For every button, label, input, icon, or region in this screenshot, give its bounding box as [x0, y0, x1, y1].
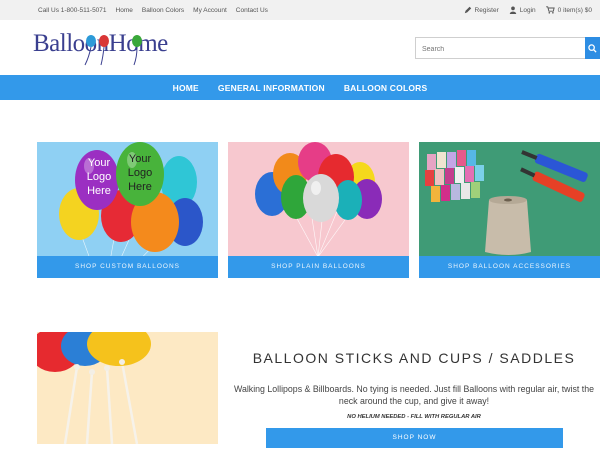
search-icon	[588, 43, 597, 53]
top-utility-bar: Call Us 1-800-511-5071 Home Balloon Colo…	[0, 0, 600, 20]
register-link[interactable]: Register	[464, 6, 499, 14]
call-us-text: Call Us 1-800-511-5071	[38, 7, 107, 14]
logo-placeholder-text-2: Your Logo Here	[122, 152, 158, 194]
shop-plain-balloons-label: SHOP PLAIN BALLOONS	[271, 263, 366, 270]
balloon-sticks-image	[37, 332, 218, 444]
register-label: Register	[474, 6, 499, 14]
utility-link-home[interactable]: Home	[116, 7, 133, 14]
search-button[interactable]	[585, 37, 600, 59]
shop-now-button[interactable]: SHOP NOW	[266, 428, 563, 448]
logo-line-here: Here	[87, 185, 111, 197]
nav-item-balloon-colors[interactable]: BALLOON COLORS	[344, 83, 428, 93]
logo-line-logo: Logo	[127, 167, 153, 179]
login-label: Login	[519, 6, 536, 14]
utility-link-contact-us[interactable]: Contact Us	[236, 7, 268, 14]
cart-icon	[545, 6, 555, 14]
tile-custom-balloons[interactable]: Your Logo Here Your Logo Here SHOP CUSTO…	[37, 142, 218, 278]
tile-balloon-accessories[interactable]: SHOP BALLOON ACCESSORIES	[419, 142, 600, 278]
login-link[interactable]: Login	[509, 6, 536, 14]
balloon-sticks-illustration	[37, 332, 218, 444]
nav-item-general-information[interactable]: GENERAL INFORMATION	[218, 83, 325, 93]
feature-note: NO HELIUM NEEDED - FILL WITH REGULAR AIR	[347, 414, 481, 420]
utility-links: Call Us 1-800-511-5071 Home Balloon Colo…	[38, 7, 268, 14]
logo-line-your: Your	[87, 157, 111, 169]
cart-label: 0 item(s) $0	[557, 6, 592, 14]
user-icon	[509, 6, 516, 14]
shop-custom-balloons-button[interactable]: SHOP CUSTOM BALLOONS	[37, 256, 218, 278]
feature-description: Walking Lollipops & Billboards. No tying…	[233, 384, 595, 406]
shop-balloon-accessories-label: SHOP BALLOON ACCESSORIES	[447, 263, 572, 270]
logo-placeholder-text-1: Your Logo Here	[81, 156, 117, 198]
logo-line-logo: Logo	[86, 171, 112, 183]
main-nav: HOME GENERAL INFORMATION BALLOON COLORS	[0, 75, 600, 100]
logo-line-your: Your	[128, 153, 152, 165]
shop-custom-balloons-label: SHOP CUSTOM BALLOONS	[74, 263, 180, 270]
account-links: Register Login 0 item(s) $0	[464, 6, 592, 14]
tile-plain-balloons[interactable]: SHOP PLAIN BALLOONS	[228, 142, 409, 278]
logo-line-here: Here	[128, 181, 152, 193]
feature-title: BALLOON STICKS AND CUPS / SADDLES	[252, 350, 576, 366]
logo-balloon-dots-icon	[86, 35, 142, 47]
cart-link[interactable]: 0 item(s) $0	[545, 6, 592, 14]
shop-plain-balloons-button[interactable]: SHOP PLAIN BALLOONS	[228, 256, 409, 278]
shop-balloon-accessories-button[interactable]: SHOP BALLOON ACCESSORIES	[419, 256, 600, 278]
utility-link-balloon-colors[interactable]: Balloon Colors	[142, 7, 184, 14]
nav-item-home[interactable]: HOME	[173, 83, 199, 93]
search-input[interactable]	[416, 39, 584, 60]
pencil-icon	[464, 6, 471, 14]
search-box	[415, 37, 600, 60]
utility-link-my-account[interactable]: My Account	[193, 7, 227, 14]
